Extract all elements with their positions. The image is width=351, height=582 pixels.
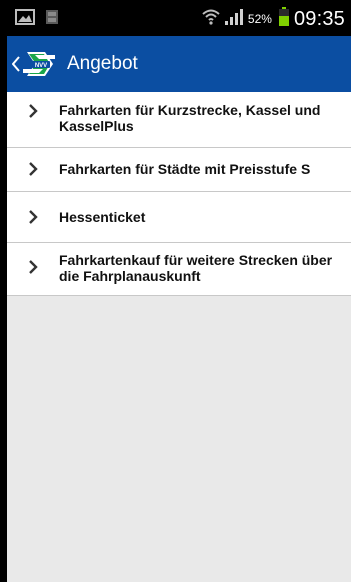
menu-item-fahrplanauskunft[interactable]: Fahrkartenkauf für weitere Strecken über… [7, 243, 351, 296]
screen: 52% 09:35 NVV Angebot Fahrkarten für Kur… [7, 2, 351, 582]
menu-item-label: Hessenticket [59, 209, 146, 225]
chevron-right-icon [7, 161, 59, 176]
notification-icon [45, 9, 59, 30]
battery-percent: 52% [247, 12, 272, 26]
page-title: Angebot [67, 53, 138, 74]
menu-item-label: Fahrkartenkauf für weitere Strecken über… [59, 252, 333, 284]
wifi-icon [202, 8, 220, 31]
signal-icon [224, 8, 244, 31]
menu-list: Fahrkarten für Kurzstrecke, Kassel und K… [7, 92, 351, 296]
status-bar: 52% 09:35 [7, 2, 351, 36]
chevron-right-icon [7, 209, 59, 224]
clock: 09:35 [293, 7, 345, 30]
menu-item-hessenticket[interactable]: Hessenticket [7, 192, 351, 243]
chevron-right-icon [7, 102, 59, 118]
action-bar: NVV Angebot [7, 36, 351, 92]
menu-item-kurzstrecke[interactable]: Fahrkarten für Kurzstrecke, Kassel und K… [7, 92, 351, 148]
menu-item-label: Fahrkarten für Kurzstrecke, Kassel und K… [59, 102, 321, 134]
back-chevron-icon[interactable] [11, 54, 21, 74]
battery-icon [278, 6, 290, 32]
svg-text:NVV: NVV [35, 63, 47, 69]
chevron-right-icon [7, 252, 59, 274]
image-icon [15, 8, 35, 30]
nvv-logo-icon[interactable]: NVV [21, 48, 59, 80]
device-frame: 52% 09:35 NVV Angebot Fahrkarten für Kur… [0, 0, 351, 582]
menu-item-preisstufe-s[interactable]: Fahrkarten für Städte mit Preisstufe S [7, 148, 351, 192]
menu-item-label: Fahrkarten für Städte mit Preisstufe S [59, 161, 311, 177]
